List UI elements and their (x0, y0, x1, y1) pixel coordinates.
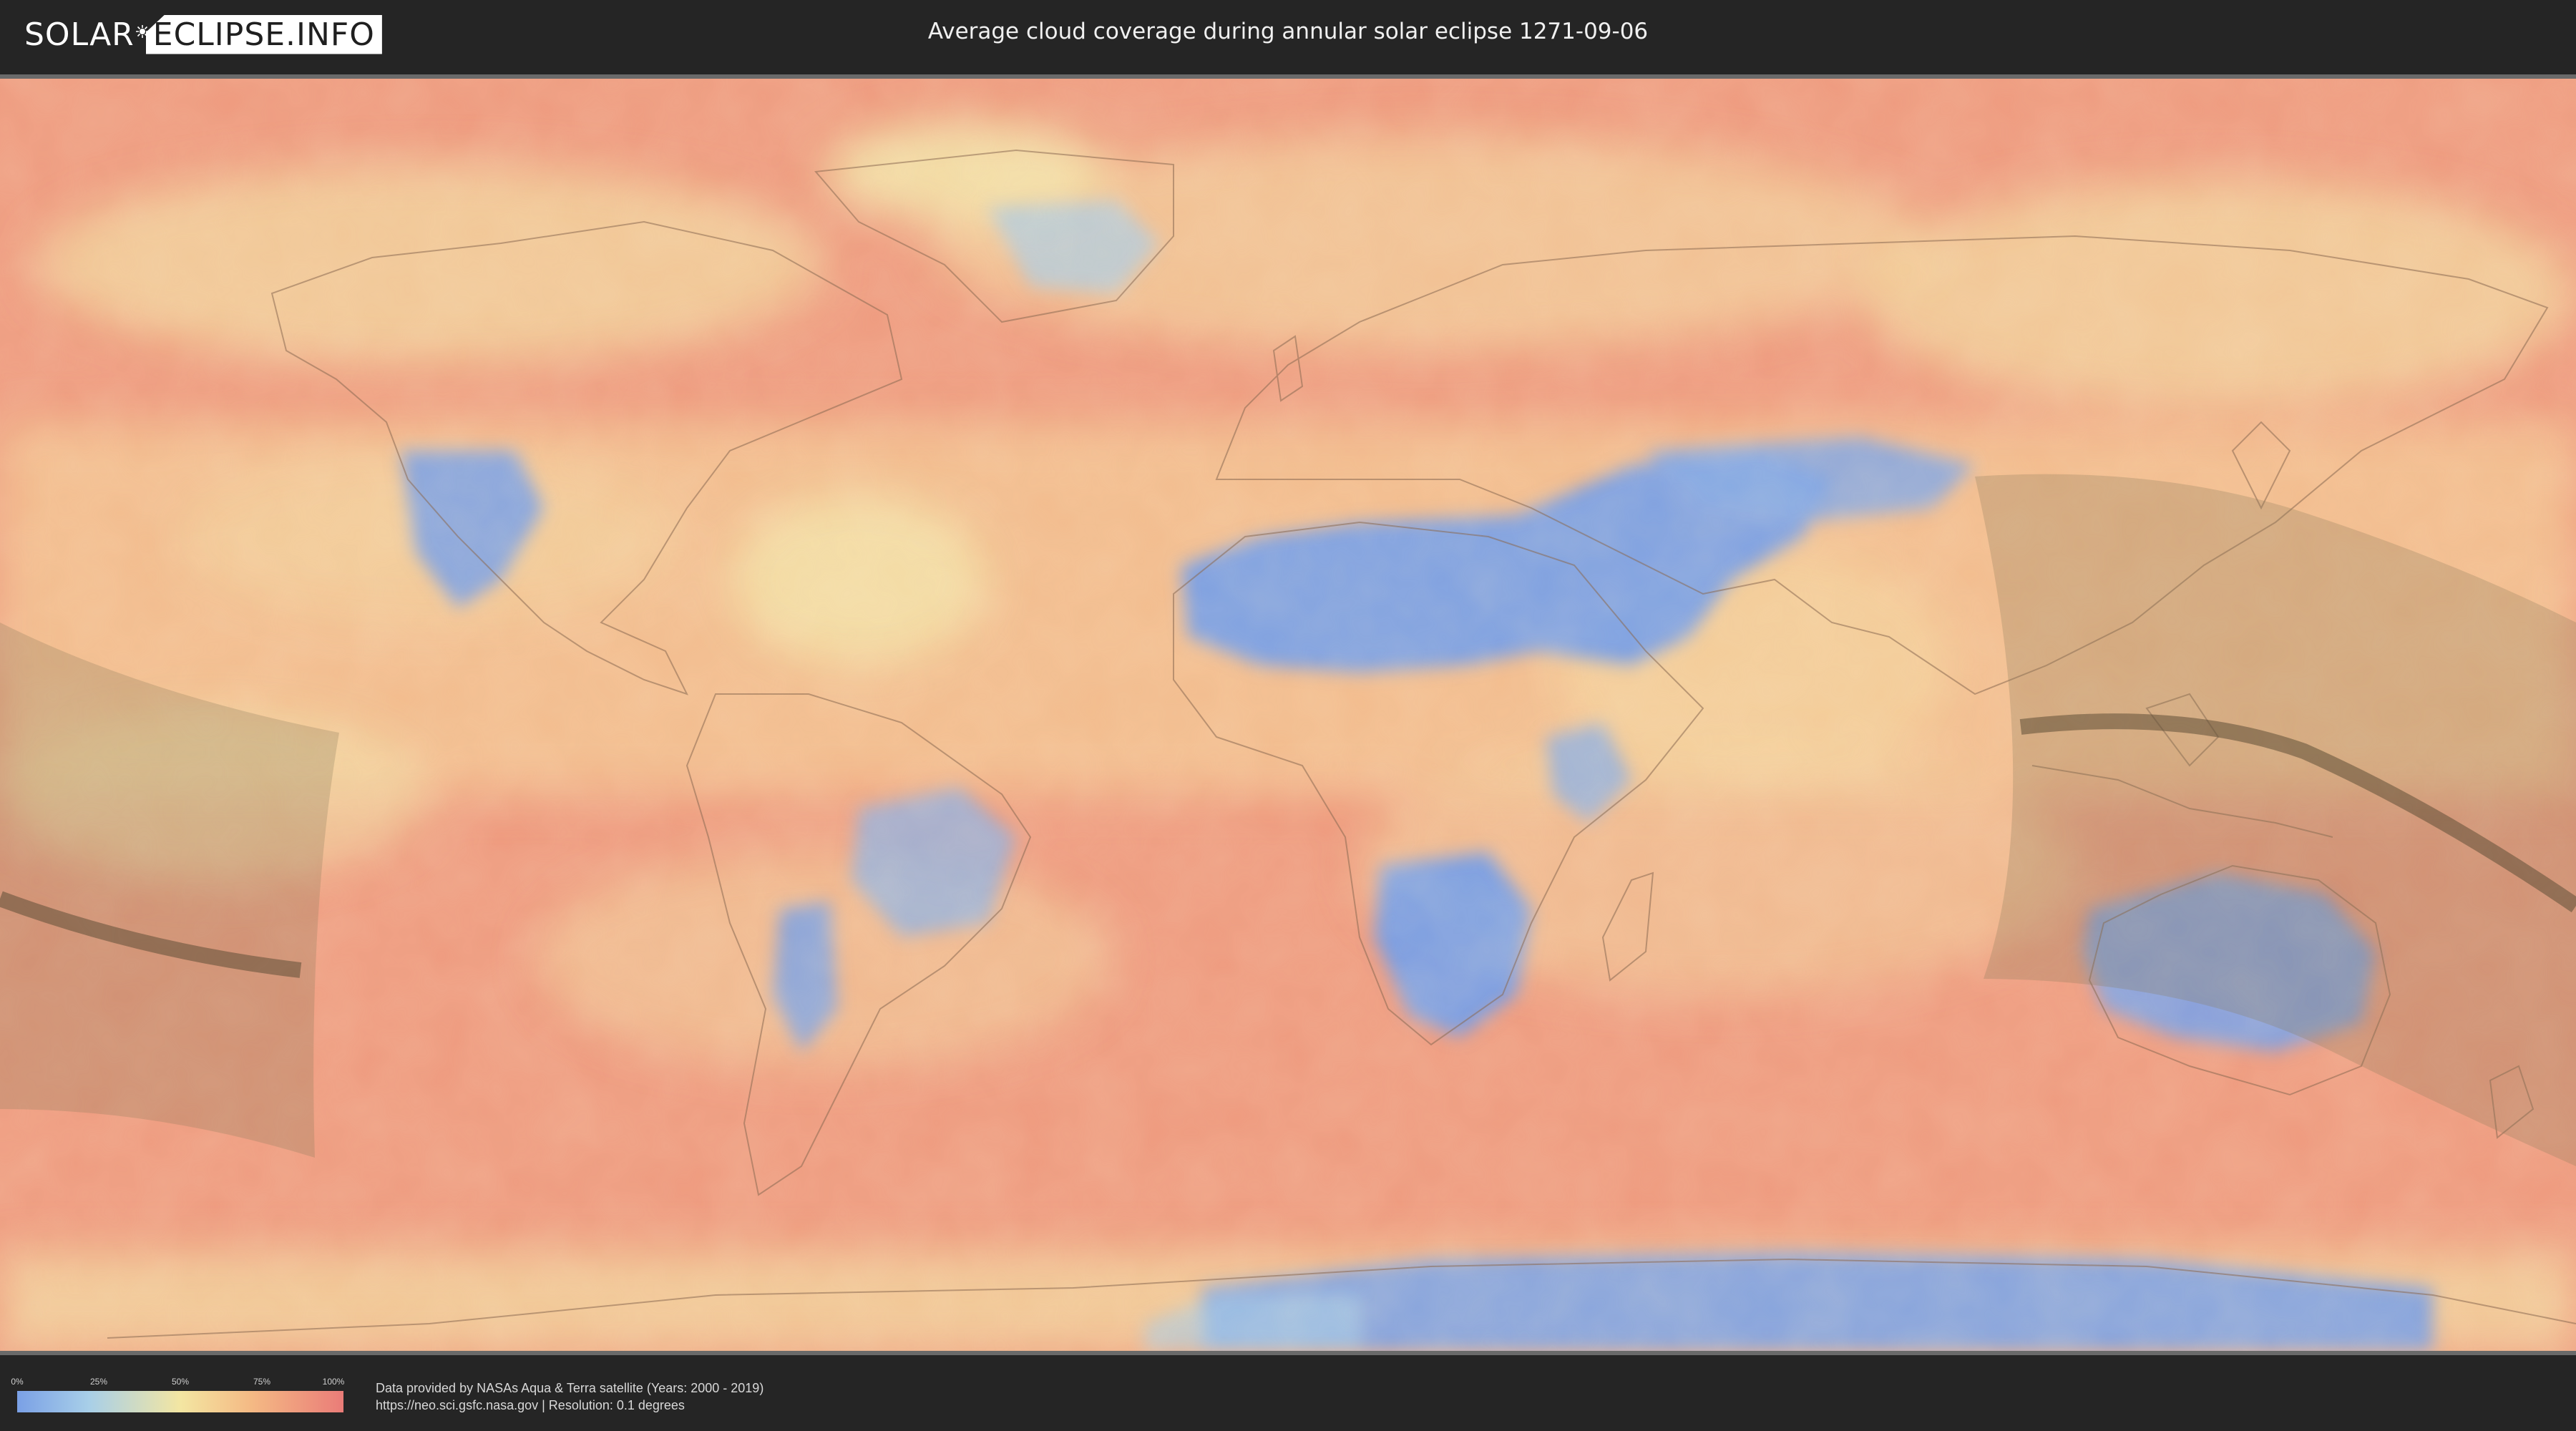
legend-tick-50: 50% (171, 1377, 190, 1387)
legend-tick-75: 75% (253, 1377, 271, 1387)
header-bar: SOLAR ECLIPSE.INFO Average cloud coverag… (0, 0, 2576, 72)
credit-line-url[interactable]: https://neo.sci.gsfc.nasa.gov | Resoluti… (376, 1397, 763, 1414)
cloud-coverage-map[interactable] (0, 74, 2576, 1355)
cloud-coverage-legend-bar (17, 1391, 343, 1412)
data-credit: Data provided by NASAs Aqua & Terra sate… (376, 1379, 763, 1414)
legend-ticks: 0% 25% 50% 75% 100% (11, 1377, 345, 1388)
legend-tick-0: 0% (11, 1377, 24, 1387)
legend-tick-100: 100% (322, 1377, 345, 1387)
world-map-svg (0, 79, 2576, 1351)
credit-line-source: Data provided by NASAs Aqua & Terra sate… (376, 1381, 764, 1395)
page-title: Average cloud coverage during annular so… (927, 19, 1649, 44)
legend-tick-25: 25% (89, 1377, 108, 1387)
